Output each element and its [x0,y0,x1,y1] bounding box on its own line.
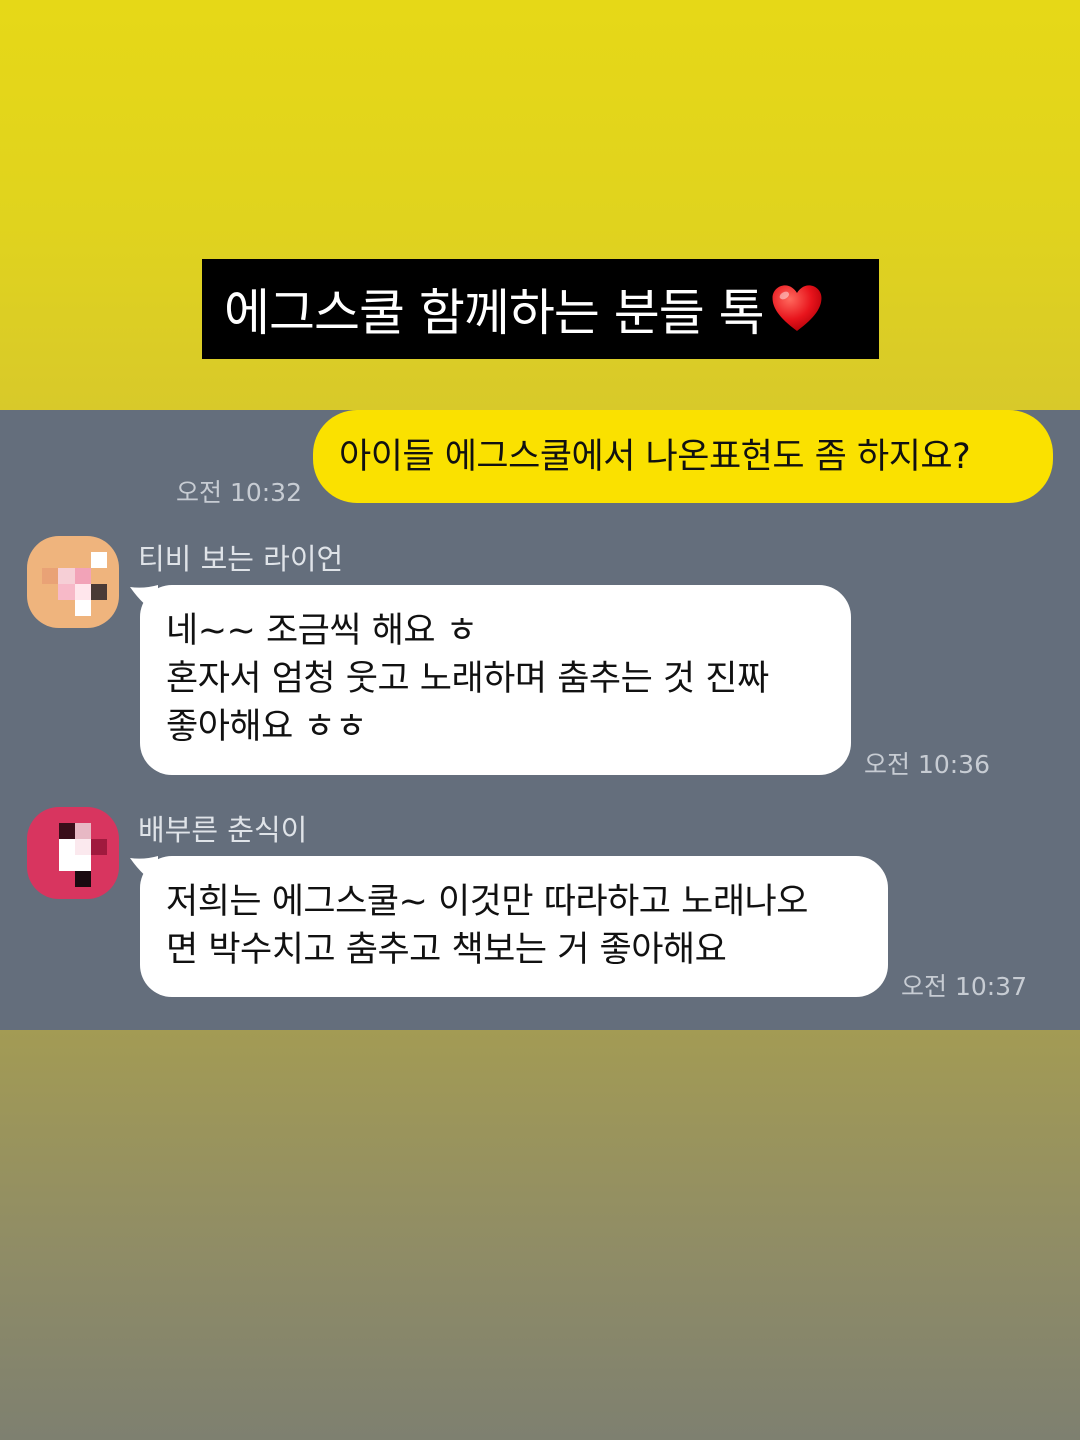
avatar[interactable] [27,807,119,899]
message-line: 네~~ 조금씩 해요 ㅎ [166,611,478,651]
message-text: 아이들 에그스쿨에서 나온표현도 좀 하지요? [339,437,971,477]
other-message-bubble[interactable]: 저희는 에그스쿨~ 이것만 따라하고 노래나오 면 박수치고 춤추고 책보는 거… [130,856,888,997]
message-line: 혼자서 엄청 웃고 노래하며 춤추는 것 진짜 [166,659,769,699]
chat-area: 오전 10:32 아이들 에그스쿨에서 나온표현도 좀 하지요? 티비 보는 라… [0,410,1080,1030]
message-line: 면 박수치고 춤추고 책보는 거 좋아해요 [166,930,727,970]
avatar-pixel [75,584,91,600]
avatar-pixel [91,839,107,855]
bottom-background [0,1030,1080,1440]
title-banner: 에그스쿨 함께하는 분들 톡 [202,259,879,359]
avatar-pixel [58,584,75,600]
title-text: 에그스쿨 함께하는 분들 톡 [224,284,765,342]
message-line: 좋아해요 ㅎㅎ [166,707,367,747]
avatar-pixel [59,823,75,839]
message-time: 오전 10:37 [901,972,1027,1001]
bubble-tail-icon [130,585,158,613]
avatar-pixel [59,855,75,871]
avatar-pixel [91,552,107,568]
avatar-pixel [75,823,91,839]
avatar-pixel [58,568,75,584]
message-time: 오전 10:36 [864,750,990,779]
avatar-pixel [75,855,91,871]
avatar-pixel [75,568,91,584]
sender-name: 티비 보는 라이언 [138,542,344,576]
avatar-pixel [91,584,107,600]
message-line: 저희는 에그스쿨~ 이것만 따라하고 노래나오 [166,882,808,922]
avatar-pixel [75,839,91,855]
avatar-pixel [75,871,91,887]
avatar-pixel [42,568,58,584]
avatar-pixel [59,839,75,855]
heart-icon [772,285,822,331]
sender-name: 배부른 춘식이 [138,813,308,847]
avatar[interactable] [27,536,119,628]
bubble-tail-icon [130,856,158,884]
my-message-bubble[interactable]: 아이들 에그스쿨에서 나온표현도 좀 하지요? [313,410,1053,503]
message-time: 오전 10:32 [176,478,302,507]
other-message-bubble[interactable]: 네~~ 조금씩 해요 ㅎ 혼자서 엄청 웃고 노래하며 춤추는 것 진짜 좋아해… [130,585,851,775]
avatar-pixel [75,600,91,616]
